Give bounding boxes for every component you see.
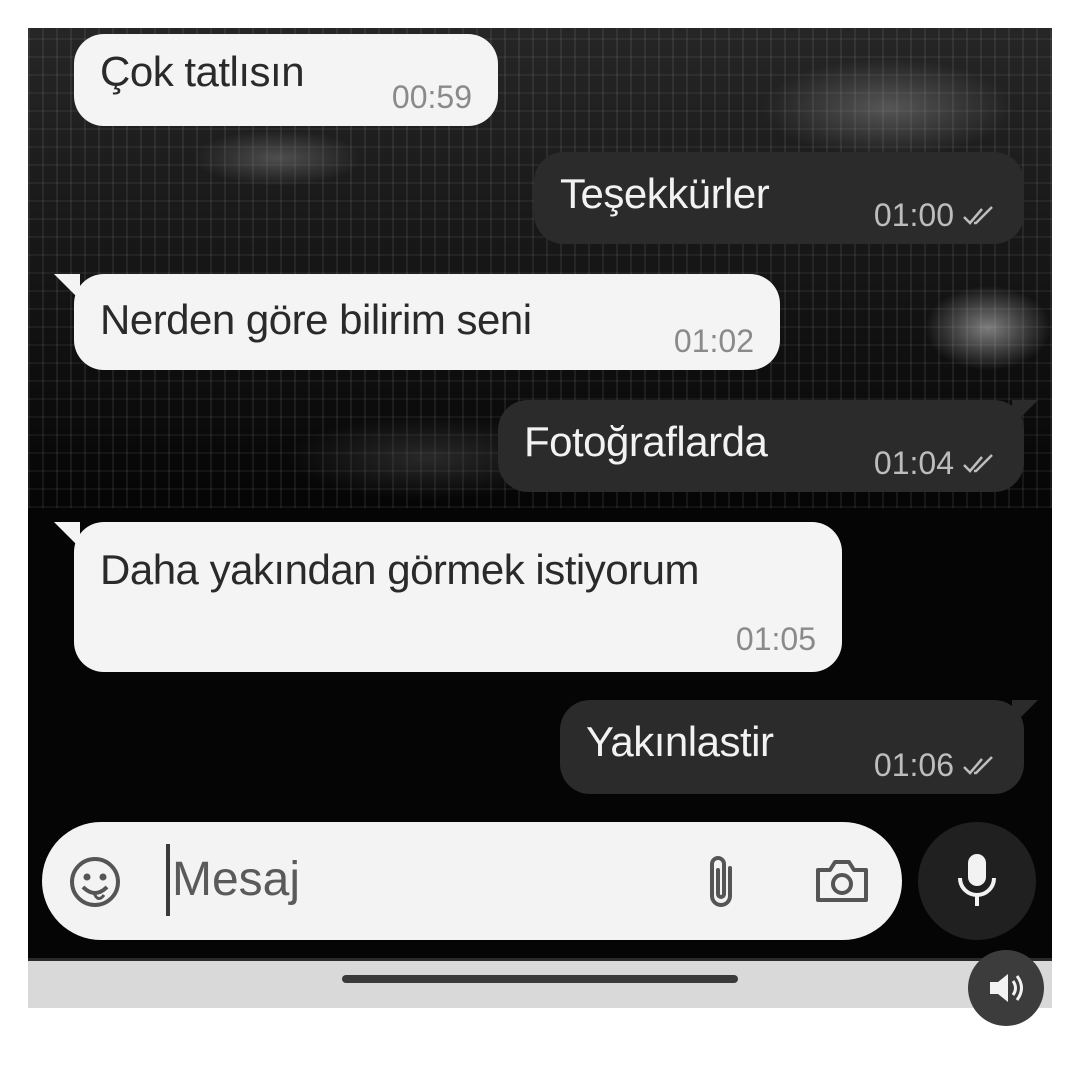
message-bubble-outgoing[interactable]: Fotoğraflarda 01:04: [498, 400, 1024, 492]
message-bubble-incoming[interactable]: Daha yakından görmek istiyorum 01:05: [74, 522, 842, 672]
text-cursor: [166, 844, 170, 916]
message-text: Yakınlastir: [586, 718, 774, 765]
chat-screen: Çok tatlısın 00:59 Teşekkürler 01:00 Ner…: [28, 28, 1052, 1008]
message-text: Fotoğraflarda: [524, 418, 768, 465]
message-text: Daha yakından görmek istiyorum: [100, 546, 699, 593]
double-check-icon: [963, 755, 993, 775]
bubble-tail: [54, 274, 80, 300]
message-meta: 01:00: [874, 197, 998, 234]
emoji-icon[interactable]: [68, 855, 122, 909]
microphone-icon: [958, 854, 996, 906]
message-time: 01:05: [735, 621, 816, 657]
bubble-tail: [1012, 700, 1038, 726]
message-bubble-incoming[interactable]: Nerden göre bilirim seni 01:02: [74, 274, 780, 370]
message-bubble-outgoing[interactable]: Yakınlastir 01:06: [560, 700, 1024, 794]
paperclip-icon[interactable]: [702, 850, 742, 914]
microphone-button[interactable]: [918, 822, 1036, 940]
sound-toggle-button[interactable]: [968, 950, 1044, 1026]
message-meta: 01:05: [736, 621, 816, 658]
double-check-icon: [963, 205, 993, 225]
system-navigation-bar: [28, 958, 1052, 1008]
message-text: Çok tatlısın: [100, 48, 305, 95]
camera-icon[interactable]: [814, 856, 870, 906]
message-input[interactable]: Mesaj: [172, 852, 300, 907]
message-bubble-outgoing[interactable]: Teşekkürler 01:00: [534, 152, 1024, 244]
message-time: 01:00: [873, 197, 954, 233]
message-input-bar[interactable]: Mesaj: [42, 822, 902, 940]
message-time: 01:04: [873, 445, 954, 481]
message-bubble-incoming[interactable]: Çok tatlısın 00:59: [74, 34, 498, 126]
message-time: 01:06: [873, 747, 954, 783]
message-meta: 01:02: [674, 323, 754, 360]
message-text: Teşekkürler: [560, 170, 770, 217]
message-time: 00:59: [391, 79, 472, 115]
message-time: 01:02: [673, 323, 754, 359]
message-text: Nerden göre bilirim seni: [100, 296, 532, 343]
message-meta: 00:59: [392, 79, 472, 116]
double-check-icon: [963, 453, 993, 473]
speaker-icon: [990, 974, 1023, 1002]
message-meta: 01:04: [874, 445, 998, 482]
bubble-tail: [1012, 400, 1038, 426]
message-meta: 01:06: [874, 747, 998, 784]
bubble-tail: [54, 522, 80, 548]
home-indicator[interactable]: [342, 975, 738, 983]
